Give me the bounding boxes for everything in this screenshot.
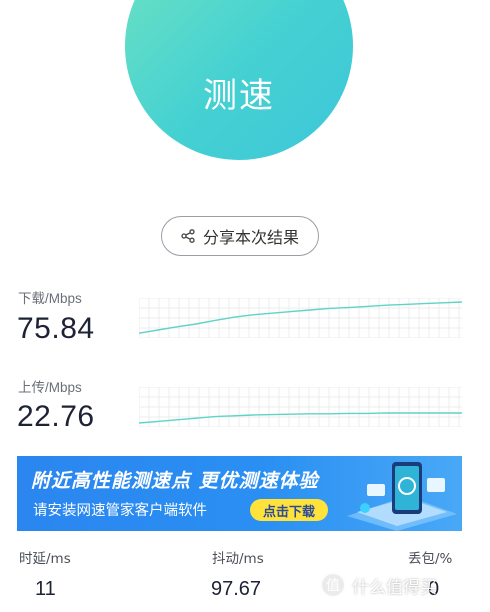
site-watermark: 值 什么值得买: [320, 572, 437, 598]
promo-banner[interactable]: 附近高性能测速点 更优测速体验 请安装网速管家客户端软件 点击下载: [17, 456, 462, 531]
upload-label: 上传/Mbps: [18, 380, 82, 395]
download-sparkline: [139, 298, 462, 338]
jitter-value: 97.67: [211, 578, 262, 600]
sparkline-series: [139, 412, 462, 424]
upload-sparkline: [139, 387, 462, 427]
watermark-logo-icon: 值: [320, 572, 346, 598]
download-value: 75.84: [17, 312, 95, 345]
speed-test-label: 测速: [203, 75, 275, 116]
banner-subline: 请安装网速管家客户端软件: [33, 503, 207, 519]
share-result-label: 分享本次结果: [202, 228, 299, 247]
packet-loss-label: 丢包/%: [408, 551, 453, 567]
phone-illustration: [347, 462, 457, 531]
download-label: 下载/Mbps: [18, 291, 82, 306]
download-app-button[interactable]: 点击下载: [250, 499, 328, 521]
latency-label: 时延/ms: [19, 551, 71, 567]
share-result-button[interactable]: 分享本次结果: [161, 216, 319, 256]
jitter-label: 抖动/ms: [212, 551, 264, 567]
watermark-text: 什么值得买: [352, 577, 437, 598]
speed-test-button[interactable]: 测速: [125, 0, 353, 160]
banner-headline: 附近高性能测速点 更优测速体验: [31, 470, 319, 492]
latency-value: 11: [35, 578, 56, 600]
upload-value: 22.76: [17, 400, 95, 433]
share-icon: [181, 229, 195, 243]
